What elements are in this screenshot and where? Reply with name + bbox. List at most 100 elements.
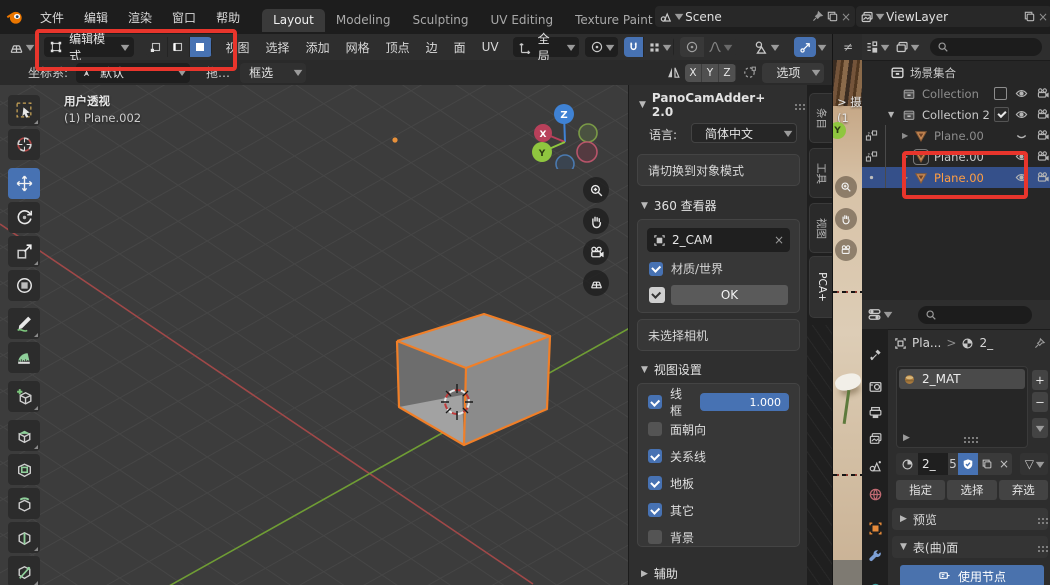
axis-toggle-y[interactable]: Y (702, 64, 719, 82)
workspace-tab-uv-editing[interactable]: UV Editing (480, 9, 565, 32)
filter-dropdown[interactable]: ▼ (892, 40, 922, 54)
collection-icon[interactable] (902, 87, 916, 101)
unlink-icon[interactable]: × (996, 453, 1012, 475)
properties-tab-output[interactable] (866, 403, 884, 421)
remove-slot-button[interactable]: − (1032, 392, 1048, 412)
eye-icon[interactable] (1015, 171, 1028, 184)
viewport-menu-0[interactable]: 视图 (218, 39, 258, 56)
viewport-menu-1[interactable]: 选择 (258, 39, 298, 56)
vertex-select-button[interactable] (146, 37, 168, 57)
orientation-setting-dropdown[interactable]: 默认 ▼ (76, 63, 190, 83)
outliner-item-label[interactable]: Plane.00 (934, 150, 984, 164)
pivot-point-dropdown[interactable]: ▼ (585, 37, 618, 57)
expand-icon[interactable]: ▶ (902, 131, 908, 140)
viewport-menu-2[interactable]: 添加 (298, 39, 338, 56)
material-world-checkbox[interactable] (649, 262, 663, 276)
mini-zoom-button[interactable] (835, 176, 857, 198)
properties-search-input[interactable] (918, 306, 1032, 324)
properties-tab-world[interactable] (866, 485, 884, 503)
outliner-item-label[interactable]: Plane.00 (934, 171, 984, 185)
expand-icon[interactable]: ▶ (903, 433, 910, 443)
collection-checkbox[interactable] (994, 87, 1007, 100)
mini-camera-button[interactable] (835, 239, 857, 261)
properties-tab-view-layer[interactable] (866, 429, 884, 447)
viewport-menu-5[interactable]: 边 (418, 39, 446, 56)
face-select-button[interactable] (190, 37, 212, 57)
breadcrumb-material[interactable]: 2_ (979, 336, 993, 350)
outliner-item-label[interactable]: Collection (922, 87, 979, 101)
workspace-tab-sculpting[interactable]: Sculpting (401, 9, 479, 32)
tool-knife[interactable] (8, 556, 40, 585)
fake-user-toggle[interactable] (958, 453, 978, 475)
mini-viewport[interactable]: ≠ > 摄 (1 Y (832, 34, 864, 585)
properties-tab-scene[interactable] (866, 457, 884, 475)
navigation-gizmo[interactable]: Z X Y (528, 91, 612, 169)
users-count-button[interactable]: 5 (948, 453, 958, 475)
workspace-tab-layout[interactable]: Layout (262, 9, 325, 32)
mesh-icon[interactable] (914, 150, 928, 164)
tool-move[interactable] (8, 168, 40, 199)
options-dropdown[interactable]: 选项 ▼ (762, 63, 824, 83)
menu-4[interactable]: 帮助 (206, 0, 250, 34)
addon-panel-header[interactable]: ▼ PanoCamAdder+ 2.0 (639, 91, 797, 119)
setting-checkbox-5[interactable] (648, 530, 662, 544)
browse-material-icon[interactable] (896, 453, 918, 475)
clear-icon[interactable]: × (774, 233, 784, 247)
nodetree-dropdown[interactable]: ▽▼ (1020, 453, 1048, 475)
view-settings-header[interactable]: ▼ 视图设置 (641, 361, 702, 378)
workspace-tab-texture-paint[interactable]: Texture Paint (564, 9, 663, 32)
show-overlays-dropdown[interactable]: ▼ (748, 37, 784, 57)
material-action-1[interactable]: 选择 (947, 480, 996, 500)
outliner-search-input[interactable] (930, 38, 1042, 56)
wireframe-slider[interactable]: 1.000 (700, 393, 789, 411)
grip-icon[interactable] (795, 104, 797, 106)
menu-2[interactable]: 渲染 (118, 0, 162, 34)
material-action-0[interactable]: 指定 (896, 480, 945, 500)
camera-visibility-icon[interactable] (1036, 108, 1049, 121)
outliner-row-1[interactable]: Collection (862, 83, 1050, 104)
tool-rotate[interactable] (8, 202, 40, 233)
preview-panel-header[interactable]: ▶ 预览 (892, 508, 1048, 530)
material-name-field[interactable]: 2_ (918, 453, 948, 475)
transform-orientation-dropdown[interactable]: 全局 ▼ (513, 37, 580, 57)
camera-visibility-icon[interactable] (1036, 129, 1049, 142)
outliner-item-label[interactable]: 场景集合 (910, 65, 956, 81)
outliner-row-3[interactable]: ▶ Plane.00 (862, 125, 1050, 146)
sidebar-tab-1[interactable]: 工具 (809, 148, 832, 198)
expand-icon[interactable]: ▶ (902, 152, 908, 161)
material-slot-item[interactable]: 2_MAT (899, 369, 1025, 389)
grip-icon[interactable] (964, 437, 966, 439)
ok-checkbox[interactable] (649, 287, 665, 303)
expand-icon[interactable]: ▼ (888, 110, 894, 119)
grip-icon[interactable] (1038, 546, 1040, 548)
scene-name[interactable]: Scene (682, 10, 811, 24)
viewport-menu-3[interactable]: 网格 (338, 39, 378, 56)
mode-dropdown[interactable]: 编辑模式 ▼ (44, 37, 133, 57)
properties-tab-physics[interactable] (866, 577, 884, 585)
viewport-menu-6[interactable]: 面 (446, 39, 474, 56)
camera-name-field[interactable]: 2_CAM × (647, 228, 790, 252)
outliner-row-2[interactable]: ▼ Collection 2 (862, 104, 1050, 125)
new-scene-icon[interactable] (826, 10, 839, 23)
scene-selector[interactable]: ▼ Scene × (655, 6, 855, 27)
display-mode-dropdown[interactable]: ▼ (862, 40, 892, 54)
tool-inset-faces[interactable] (8, 454, 40, 485)
tool-measure[interactable] (8, 342, 40, 373)
copy-material-icon[interactable] (978, 453, 996, 475)
pan-hand-button[interactable] (583, 208, 609, 234)
camera-view-button[interactable] (583, 239, 609, 265)
editor-type-dropdown[interactable]: ▼ (862, 307, 896, 322)
sidebar-tab-3[interactable]: PCA+ (809, 256, 832, 318)
outliner-row-4[interactable]: ▶ Plane.00 (862, 146, 1050, 167)
viewlayer-selector[interactable]: ▼ ViewLayer × (856, 6, 1050, 27)
outliner-item-label[interactable]: Plane.00 (934, 129, 984, 143)
sidebar-tab-2[interactable]: 视图 (809, 203, 832, 253)
properties-tab-modifiers[interactable] (866, 547, 884, 565)
outliner-item-label[interactable]: Collection 2 (922, 108, 990, 122)
tool-transform[interactable] (8, 270, 40, 301)
collection-icon[interactable] (902, 108, 916, 122)
tool-scale[interactable] (8, 236, 40, 267)
editor-type-dropdown[interactable]: ▼ (4, 37, 38, 57)
material-slot-list[interactable]: 2_MAT ▶ (896, 366, 1028, 448)
mini-pan-button[interactable] (835, 208, 857, 230)
